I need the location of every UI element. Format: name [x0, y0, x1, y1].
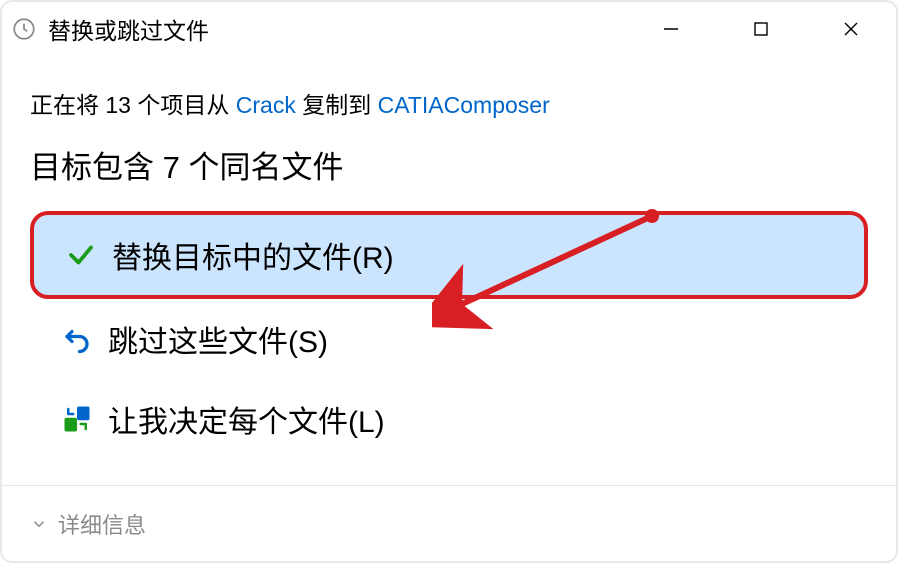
progress-middle: 复制到 [296, 92, 378, 118]
replace-option[interactable]: 替换目标中的文件(R) [30, 211, 868, 299]
replace-label: 替换目标中的文件(R) [112, 233, 394, 277]
progress-text: 正在将 13 个项目从 Crack 复制到 CATIAComposer [30, 86, 868, 120]
decide-option[interactable]: 让我决定每个文件(L) [30, 379, 868, 459]
details-toggle[interactable]: 详细信息 [30, 508, 146, 540]
check-icon [64, 238, 98, 272]
minimize-button[interactable] [626, 2, 716, 56]
conflict-heading: 目标包含 7 个同名文件 [30, 142, 868, 187]
dest-link[interactable]: CATIAComposer [378, 92, 550, 118]
skip-label: 跳过这些文件(S) [108, 317, 328, 361]
undo-icon [60, 322, 94, 356]
chevron-down-icon [30, 515, 48, 533]
source-link[interactable]: Crack [236, 92, 296, 118]
decide-label: 让我决定每个文件(L) [108, 397, 385, 441]
maximize-button[interactable] [716, 2, 806, 56]
progress-prefix: 正在将 13 个项目从 [30, 92, 236, 118]
window-controls [626, 2, 896, 56]
details-label: 详细信息 [58, 508, 146, 540]
options-list: 替换目标中的文件(R) 跳过这些文件(S) 让我决定每个文件(L) [30, 211, 868, 459]
dialog-window: 替换或跳过文件 正在将 13 个项目从 Crack 复制到 CATIACompo… [0, 0, 898, 563]
skip-option[interactable]: 跳过这些文件(S) [30, 299, 868, 379]
titlebar: 替换或跳过文件 [2, 2, 896, 56]
close-button[interactable] [806, 2, 896, 56]
window-title: 替换或跳过文件 [48, 12, 209, 46]
dialog-body: 正在将 13 个项目从 Crack 复制到 CATIAComposer 目标包含… [2, 56, 896, 485]
clock-icon [10, 15, 38, 43]
compare-icon [60, 402, 94, 436]
dialog-footer: 详细信息 [2, 485, 896, 561]
